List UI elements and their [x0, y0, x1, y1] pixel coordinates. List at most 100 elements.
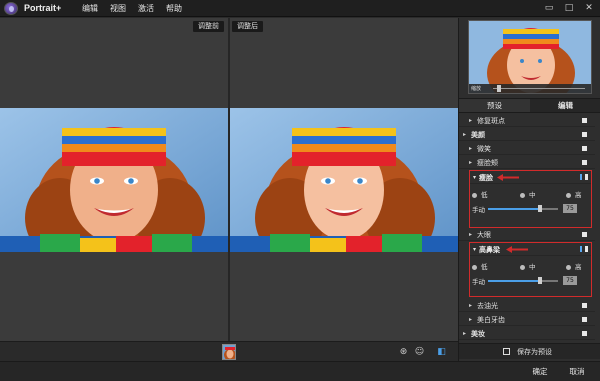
group-toggle[interactable]	[580, 246, 588, 252]
manual-control: 手动 75	[470, 274, 591, 288]
item-remove-shine[interactable]: ▸ 去油光	[459, 299, 595, 312]
title-bar: Portrait+ 编辑 视图 激活 帮助 ▭ □ ✕	[0, 0, 600, 17]
manual-label: 手动	[472, 206, 485, 214]
high-nose-header[interactable]: ▾ 高鼻梁	[470, 243, 591, 256]
save-preset-button[interactable]: 保存为预设	[459, 343, 600, 359]
menu-activate[interactable]: 激活	[138, 3, 154, 14]
radio-label: 中	[529, 263, 536, 271]
toggle-checkbox[interactable]	[582, 331, 587, 336]
toggle-checkbox[interactable]	[582, 132, 587, 137]
red-arrow-icon	[506, 246, 528, 253]
radio-dot	[472, 265, 477, 270]
radio-low[interactable]: 低	[472, 189, 488, 199]
item-label: 美颜	[471, 131, 485, 139]
menu-edit[interactable]: 编辑	[82, 3, 98, 14]
close-button[interactable]: ✕	[582, 2, 596, 14]
menu-view[interactable]: 视图	[110, 3, 126, 14]
manual-slider-track[interactable]	[488, 208, 558, 210]
group-toggle[interactable]	[580, 174, 588, 180]
settings-panel: 缩放 预设 编辑 ▸ 修复斑点 ▸ 美颜 ▸ 微笑 ▸ 瘦脸颊 ▾ 瘦脸 低 中…	[458, 18, 600, 361]
before-label: 调整前	[193, 21, 224, 32]
item-label: 微笑	[477, 145, 491, 153]
toggle-checkbox[interactable]	[582, 146, 587, 151]
item-label: 修复斑点	[477, 117, 505, 125]
expand-arrow-icon: ▸	[469, 316, 473, 323]
level-radios: 低 中 高	[470, 184, 591, 202]
face-icon[interactable]: ☺	[414, 347, 425, 358]
manual-slider-handle[interactable]	[538, 277, 542, 284]
face-thumbnail[interactable]	[222, 344, 236, 360]
radio-high[interactable]: 高	[566, 261, 582, 271]
zoom-slider-track[interactable]	[493, 88, 585, 89]
after-pane: 调整后	[230, 18, 458, 341]
expand-arrow-icon: ▸	[469, 145, 473, 152]
high-nose-group: ▾ 高鼻梁 低 中 高 手动 75	[469, 242, 592, 297]
expand-arrow-icon: ▸	[469, 302, 473, 309]
slim-face-group: ▾ 瘦脸 低 中 高 手动 75	[469, 170, 592, 228]
item-label: 瘦脸颊	[477, 159, 498, 167]
item-fix-spots[interactable]: ▸ 修复斑点	[459, 114, 595, 127]
expand-arrow-icon: ▸	[463, 330, 467, 337]
panel-tabs: 预设 编辑	[459, 98, 600, 113]
item-label: 去油光	[477, 302, 498, 310]
collapse-arrow-icon: ▾	[473, 174, 477, 181]
radio-dot	[520, 265, 525, 270]
after-label: 调整后	[232, 21, 263, 32]
toggle-checkbox[interactable]	[582, 118, 587, 123]
radio-label: 低	[481, 263, 488, 271]
face-thumbnail-image	[223, 345, 235, 359]
radio-mid[interactable]: 中	[520, 189, 536, 199]
item-label: 美白牙齿	[477, 316, 505, 324]
collapse-arrow-icon: ▾	[473, 246, 477, 253]
navigator-preview[interactable]: 缩放	[468, 20, 592, 94]
expand-arrow-icon: ▸	[463, 131, 467, 138]
tab-presets[interactable]: 预设	[459, 99, 530, 112]
app-window: Portrait+ 编辑 视图 激活 帮助 ▭ □ ✕ 调整前 调整后 ⊛ ☺ …	[0, 0, 600, 381]
window-controls: ▭ □ ✕	[542, 2, 596, 14]
image-viewer: 调整前 调整后	[0, 18, 458, 341]
item-label: 美妆	[471, 330, 485, 338]
toggle-checkbox[interactable]	[582, 303, 587, 308]
item-slim-cheeks[interactable]: ▸ 瘦脸颊	[459, 156, 595, 169]
ok-button[interactable]: 确定	[526, 365, 554, 379]
zoom-label: 缩放	[471, 86, 482, 92]
manual-slider-track[interactable]	[488, 280, 558, 282]
item-makeup[interactable]: ▸ 美妆	[459, 327, 595, 340]
toggle-checkbox[interactable]	[582, 160, 587, 165]
item-big-eyes[interactable]: ▸ 大眼	[459, 228, 595, 241]
app-title: Portrait+	[24, 3, 62, 13]
slim-face-header[interactable]: ▾ 瘦脸	[470, 171, 591, 184]
after-photo	[230, 108, 458, 252]
manual-slider-handle[interactable]	[538, 205, 542, 212]
manual-value-input[interactable]: 75	[563, 204, 577, 213]
minimize-button[interactable]: ▭	[542, 2, 556, 14]
item-smile[interactable]: ▸ 微笑	[459, 142, 595, 155]
item-label: 大眼	[477, 231, 491, 239]
before-photo	[0, 108, 228, 252]
toggle-checkbox[interactable]	[582, 232, 587, 237]
maximize-button[interactable]: □	[562, 2, 576, 14]
manual-value-input[interactable]: 75	[563, 276, 577, 285]
cancel-button[interactable]: 取消	[563, 365, 591, 379]
radio-high[interactable]: 高	[566, 189, 582, 199]
zoom-bar: 缩放	[469, 84, 591, 93]
radio-low[interactable]: 低	[472, 261, 488, 271]
dialog-footer: 确定 取消	[0, 361, 600, 381]
radio-label: 高	[575, 191, 582, 199]
expand-arrow-icon: ▸	[469, 117, 473, 124]
menu-help[interactable]: 帮助	[166, 3, 182, 14]
portrait-image-after	[230, 108, 458, 252]
zoom-slider-handle[interactable]	[497, 85, 501, 92]
item-whiten-teeth[interactable]: ▸ 美白牙齿	[459, 313, 595, 326]
expand-arrow-icon: ▸	[469, 159, 473, 166]
split-view-icon[interactable]: ◧	[436, 347, 447, 358]
toggle-checkbox[interactable]	[582, 317, 587, 322]
radio-dot	[472, 193, 477, 198]
radio-dot	[566, 193, 571, 198]
radio-mid[interactable]: 中	[520, 261, 536, 271]
radio-label: 高	[575, 263, 582, 271]
level-radios: 低 中 高	[470, 256, 591, 274]
tab-edit[interactable]: 编辑	[530, 99, 600, 112]
item-beauty[interactable]: ▸ 美颜	[459, 128, 595, 141]
face-detect-icon[interactable]: ⊛	[398, 347, 409, 358]
